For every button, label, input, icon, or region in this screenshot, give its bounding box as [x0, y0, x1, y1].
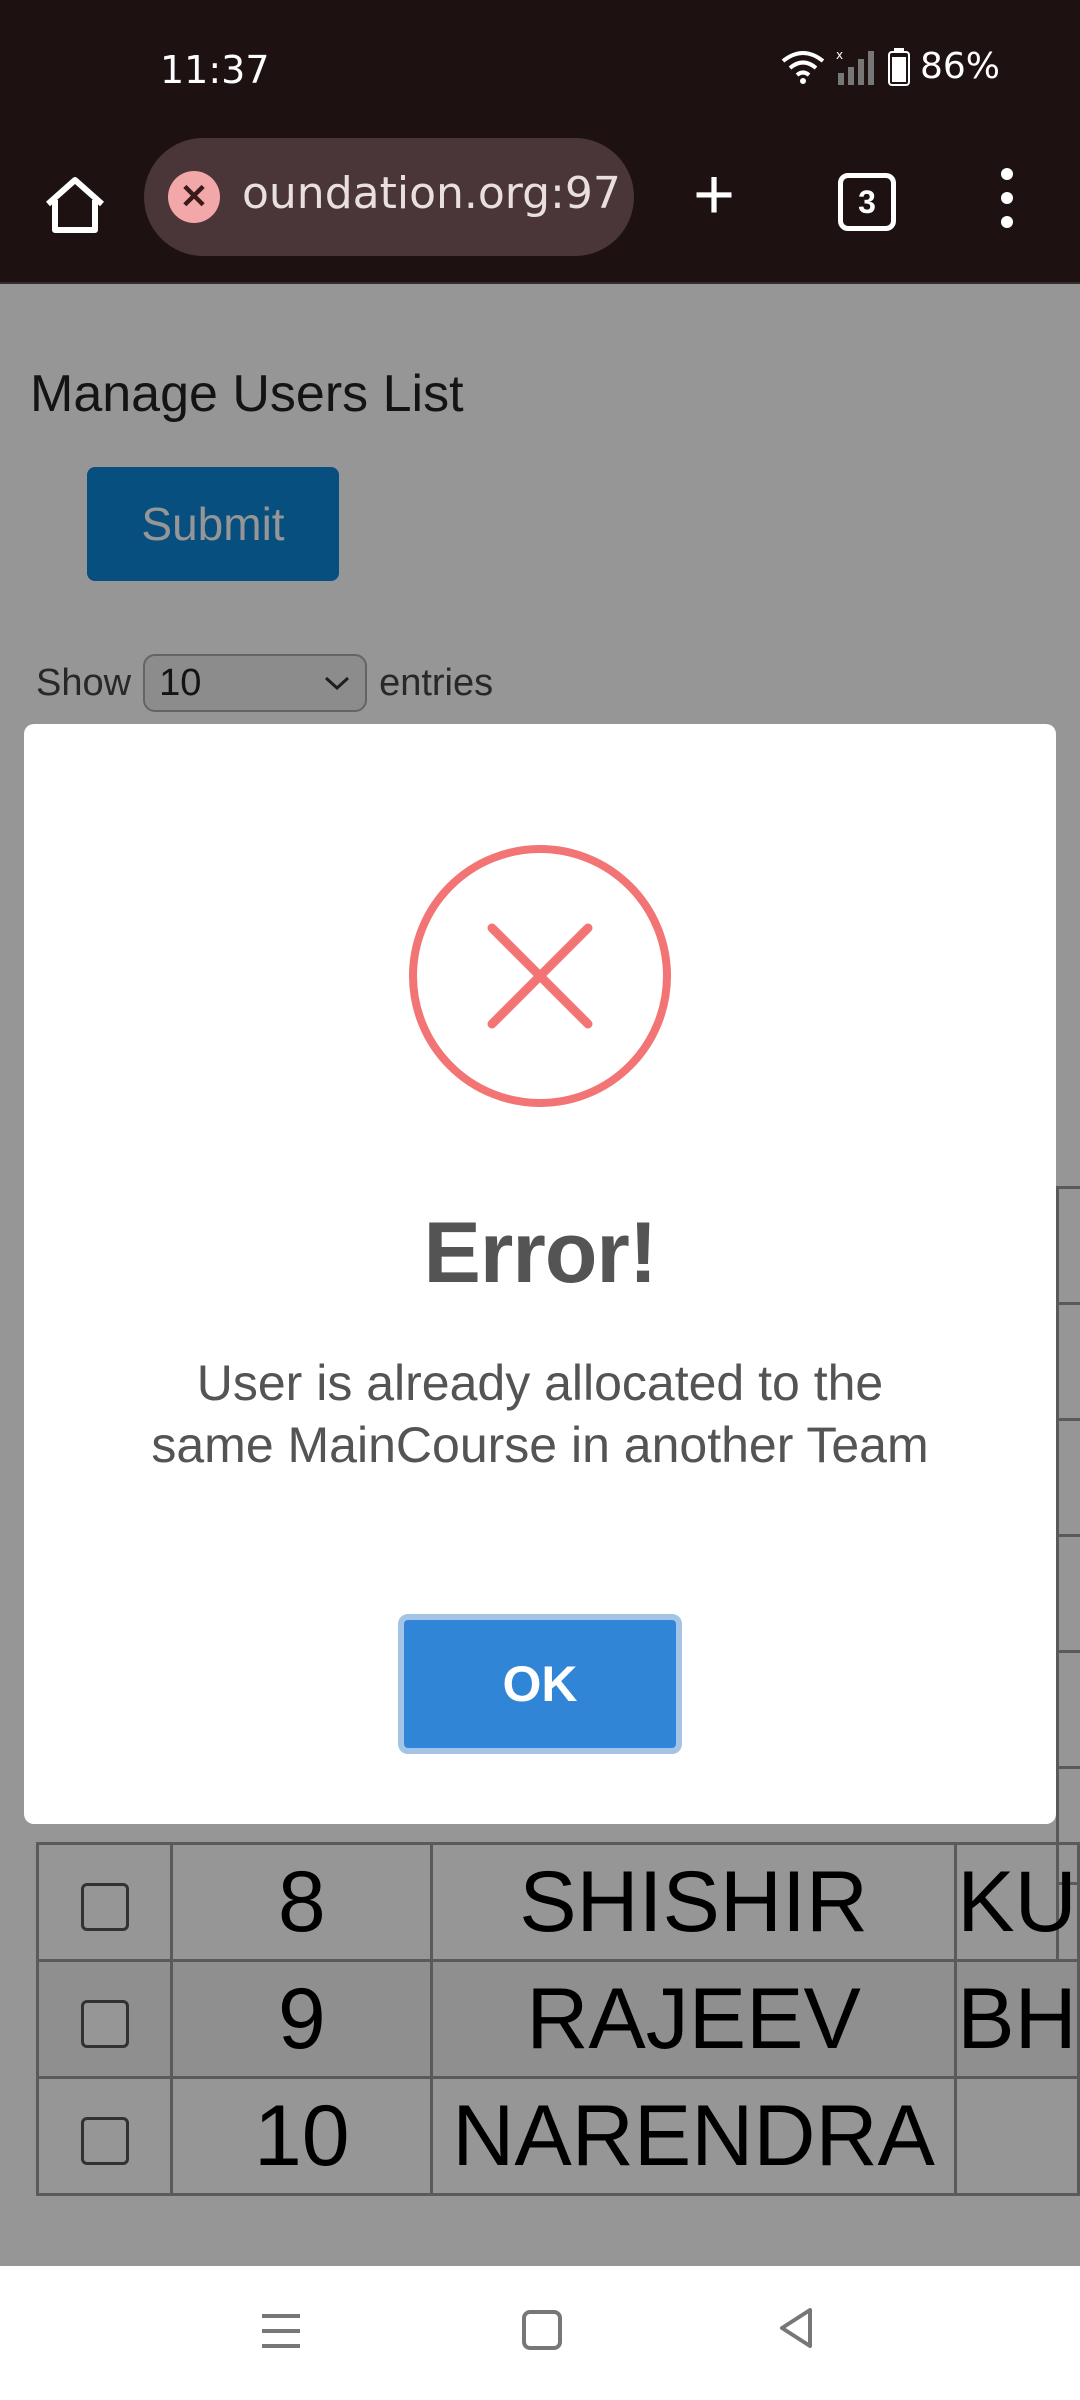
new-tab-button[interactable]: + [684, 159, 744, 231]
dialog-message: User is already allocated to the same Ma… [151, 1355, 929, 1473]
browser-menu-button[interactable] [990, 168, 1024, 228]
home-nav-icon[interactable] [522, 2310, 562, 2350]
status-bar: 11:37 x 86% [0, 0, 1080, 140]
tab-switcher-button[interactable]: 3 [838, 173, 896, 231]
url-text[interactable]: oundation.org:97 [242, 168, 622, 219]
error-x-icon [409, 845, 671, 1107]
battery-icon [887, 47, 910, 86]
battery-percent: 86% [919, 46, 1000, 87]
svg-text:x: x [836, 49, 843, 62]
home-icon[interactable] [40, 170, 110, 240]
connection-error-icon[interactable]: ✕ [168, 171, 220, 223]
wifi-icon [781, 50, 825, 84]
recent-apps-icon[interactable] [262, 2314, 300, 2348]
status-time: 11:37 [160, 48, 270, 92]
system-nav-bar [0, 2266, 1080, 2400]
ok-button[interactable]: OK [398, 1614, 682, 1754]
address-bar[interactable]: ✕ oundation.org:97 [144, 138, 634, 256]
error-dialog: Error! User is already allocated to the … [24, 724, 1056, 1824]
signal-icon: x [836, 49, 874, 85]
back-icon[interactable] [776, 2306, 816, 2350]
status-icons: x 86% [780, 46, 1000, 87]
dialog-title: Error! [423, 1205, 658, 1301]
